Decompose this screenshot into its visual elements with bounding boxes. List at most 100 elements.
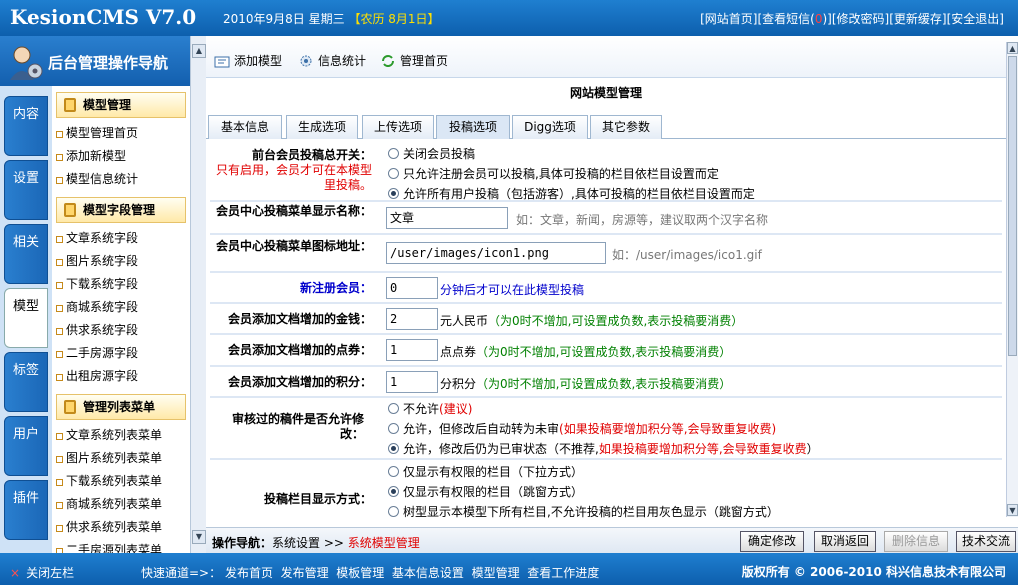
vtab-model[interactable]: 模型 bbox=[4, 288, 48, 348]
close-left-panel[interactable]: × 关闭左栏 bbox=[10, 564, 74, 581]
menu-item[interactable]: 供求系统列表菜单 bbox=[52, 516, 190, 539]
menu-item[interactable]: 供求系统字段 bbox=[52, 319, 190, 342]
score-input[interactable]: 1 bbox=[386, 371, 438, 393]
radio-selected-icon bbox=[388, 188, 399, 199]
scroll-up-icon[interactable]: ▲ bbox=[192, 44, 206, 58]
quick-links: 快速通道=>： 发布首页 发布管理 模板管理 基本信息设置 模型管理 查看工作进… bbox=[141, 564, 599, 581]
points-note: （为0时不增加,可设置成负数,表示投稿要消费） bbox=[476, 345, 732, 359]
form-row-edit-review: 审核过的稿件是否允许修改： 不允许(建议) 允许，但修改后自动转为未审(如果投稿… bbox=[210, 398, 1002, 459]
switch-option-label: 关闭会员投稿 bbox=[403, 147, 476, 161]
menu-item[interactable]: 文章系统列表菜单 bbox=[52, 424, 190, 447]
quick-link-template[interactable]: 模板管理 bbox=[336, 566, 384, 580]
menu-icon-input[interactable]: /user/images/icon1.png bbox=[386, 242, 606, 264]
quick-link-publish-home[interactable]: 发布首页 bbox=[225, 566, 273, 580]
section-model-management[interactable]: 模型管理 bbox=[56, 92, 186, 118]
site-home-link[interactable]: [网站首页] bbox=[700, 12, 757, 26]
menu-item[interactable]: 文章系统字段 bbox=[52, 227, 190, 250]
date-text: 2010年9月8日 星期三 bbox=[223, 12, 345, 26]
column-option-tree[interactable]: 树型显示本模型下所有栏目,不允许投稿的栏目用灰色显示（跳窗方式） bbox=[388, 504, 779, 520]
menu-item[interactable]: 二手房源列表菜单 bbox=[52, 539, 190, 553]
vtab-related[interactable]: 相关 bbox=[4, 224, 48, 284]
switch-option-registered[interactable]: 只允许注册会员可以投稿,具体可投稿的栏目依栏目设置而定 bbox=[388, 166, 719, 182]
vtab-users[interactable]: 用户 bbox=[4, 416, 48, 476]
tab-basic-info[interactable]: 基本信息 bbox=[208, 115, 282, 139]
content-scrollbar[interactable]: ▲ ▼ bbox=[1006, 42, 1018, 517]
menu-item[interactable]: 下载系统字段 bbox=[52, 273, 190, 296]
tab-generate-options[interactable]: 生成选项 bbox=[286, 115, 358, 139]
quick-link-progress[interactable]: 查看工作进度 bbox=[527, 566, 599, 580]
confirm-button[interactable]: 确定修改 bbox=[740, 531, 804, 552]
money-desc: 元人民币（为0时不增加,可设置成负数,表示投稿要消费） bbox=[440, 312, 743, 329]
switch-option-close[interactable]: 关闭会员投稿 bbox=[388, 146, 475, 162]
radio-icon bbox=[388, 168, 399, 179]
edit-option-keep[interactable]: 允许，修改后仍为已审状态（不推荐,如果投稿要增加积分等,会导致重复收费） bbox=[388, 441, 819, 457]
admin-avatar-icon bbox=[10, 46, 43, 80]
menu-item[interactable]: 添加新模型 bbox=[52, 145, 190, 168]
section-field-management[interactable]: 模型字段管理 bbox=[56, 197, 186, 223]
edit-option-label: 允许，修改后仍为已审状态（不推荐, bbox=[403, 442, 599, 456]
edit-option-unreview[interactable]: 允许，但修改后自动转为未审(如果投稿要增加积分等,会导致重复收费) bbox=[388, 421, 776, 437]
menu-item[interactable]: 出租房源字段 bbox=[52, 365, 190, 388]
quick-link-basic-settings[interactable]: 基本信息设置 bbox=[392, 566, 464, 580]
add-model-button[interactable]: 添加模型 bbox=[214, 52, 282, 69]
section-title: 模型字段管理 bbox=[83, 203, 156, 217]
column-display-label: 投稿栏目显示方式： bbox=[263, 492, 372, 506]
tech-support-button[interactable]: 技术交流 bbox=[956, 531, 1016, 552]
money-label: 会员添加文档增加的金钱： bbox=[227, 312, 372, 326]
quick-link-model[interactable]: 模型管理 bbox=[472, 566, 520, 580]
breadcrumb-system-settings[interactable]: 系统设置 bbox=[272, 536, 320, 550]
admin-home-button[interactable]: 管理首页 bbox=[380, 52, 448, 69]
menu-item[interactable]: 商城系统列表菜单 bbox=[52, 493, 190, 516]
tab-upload-options[interactable]: 上传选项 bbox=[362, 115, 434, 139]
tab-digg-options[interactable]: Digg选项 bbox=[512, 115, 588, 139]
points-input[interactable]: 1 bbox=[386, 339, 438, 361]
points-label: 会员添加文档增加的点券： bbox=[227, 343, 372, 357]
edit-review-label: 审核过的稿件是否允许修改： bbox=[231, 412, 364, 441]
radio-selected-icon bbox=[388, 486, 399, 497]
switch-option-label: 只允许注册会员可以投稿,具体可投稿的栏目依栏目设置而定 bbox=[403, 167, 719, 181]
vtab-settings[interactable]: 设置 bbox=[4, 160, 48, 220]
menu-item[interactable]: 模型信息统计 bbox=[52, 168, 190, 191]
menu-item[interactable]: 模型管理首页 bbox=[52, 122, 190, 145]
vtab-plugins[interactable]: 插件 bbox=[4, 480, 48, 540]
logout-link[interactable]: [安全退出] bbox=[947, 12, 1004, 26]
form-row-switch: 前台会员投稿总开关： 只有启用，会员才可在本模型里投稿。 关闭会员投稿 只允许注… bbox=[210, 142, 1002, 201]
menu-item[interactable]: 商城系统字段 bbox=[52, 296, 190, 319]
update-cache-link[interactable]: [更新缓存] bbox=[889, 12, 946, 26]
money-note: （为0时不增加,可设置成负数,表示投稿要消费） bbox=[488, 314, 744, 328]
menu-item[interactable]: 图片系统列表菜单 bbox=[52, 447, 190, 470]
tab-other-params[interactable]: 其它参数 bbox=[590, 115, 662, 139]
message-count: 0 bbox=[814, 12, 823, 26]
column-option-dropdown[interactable]: 仅显示有权限的栏目（下拉方式） bbox=[388, 464, 583, 480]
edit-option-deny[interactable]: 不允许(建议) bbox=[388, 401, 472, 417]
breadcrumb-current: 系统模型管理 bbox=[347, 536, 420, 550]
switch-option-all[interactable]: 允许所有用户投稿（包括游客）,具体可投稿的栏目依栏目设置而定 bbox=[388, 186, 755, 202]
left-scrollbar[interactable]: ▲ ▼ bbox=[190, 36, 206, 553]
edit-option-end: ） bbox=[806, 442, 819, 456]
change-password-link[interactable]: [修改密码] bbox=[832, 12, 889, 26]
stats-button[interactable]: 信息统计 bbox=[298, 52, 366, 69]
tab-contribute-options[interactable]: 投稿选项 bbox=[436, 115, 510, 139]
vtab-content[interactable]: 内容 bbox=[4, 96, 48, 156]
scroll-down-icon[interactable]: ▼ bbox=[192, 530, 206, 544]
delete-button[interactable]: 删除信息 bbox=[884, 531, 948, 552]
section-list-menu[interactable]: 管理列表菜单 bbox=[56, 394, 186, 420]
column-option-popup[interactable]: 仅显示有权限的栏目（跳窗方式） bbox=[388, 484, 583, 500]
menu-name-label: 会员中心投稿菜单显示名称： bbox=[215, 204, 372, 218]
menu-item[interactable]: 图片系统字段 bbox=[52, 250, 190, 273]
quick-link-publish-manage[interactable]: 发布管理 bbox=[281, 566, 329, 580]
scroll-up-icon[interactable]: ▲ bbox=[1007, 42, 1018, 54]
menu-item[interactable]: 二手房源字段 bbox=[52, 342, 190, 365]
menu-item[interactable]: 下载系统列表菜单 bbox=[52, 470, 190, 493]
menu-name-input[interactable]: 文章 bbox=[386, 207, 508, 229]
scroll-down-icon[interactable]: ▼ bbox=[1007, 504, 1018, 516]
messages-link-end: )] bbox=[822, 12, 832, 26]
scroll-thumb[interactable] bbox=[1008, 56, 1017, 356]
messages-link[interactable]: [查看短信(0)] bbox=[757, 12, 831, 26]
money-input[interactable]: 2 bbox=[386, 308, 438, 330]
new-member-input[interactable]: 0 bbox=[386, 277, 438, 299]
vtab-tags[interactable]: 标签 bbox=[4, 352, 48, 412]
cancel-button[interactable]: 取消返回 bbox=[814, 531, 876, 552]
switch-note: 只有启用，会员才可在本模型里投稿。 bbox=[216, 163, 373, 192]
menu-icon-label: 会员中心投稿菜单图标地址： bbox=[215, 239, 372, 253]
